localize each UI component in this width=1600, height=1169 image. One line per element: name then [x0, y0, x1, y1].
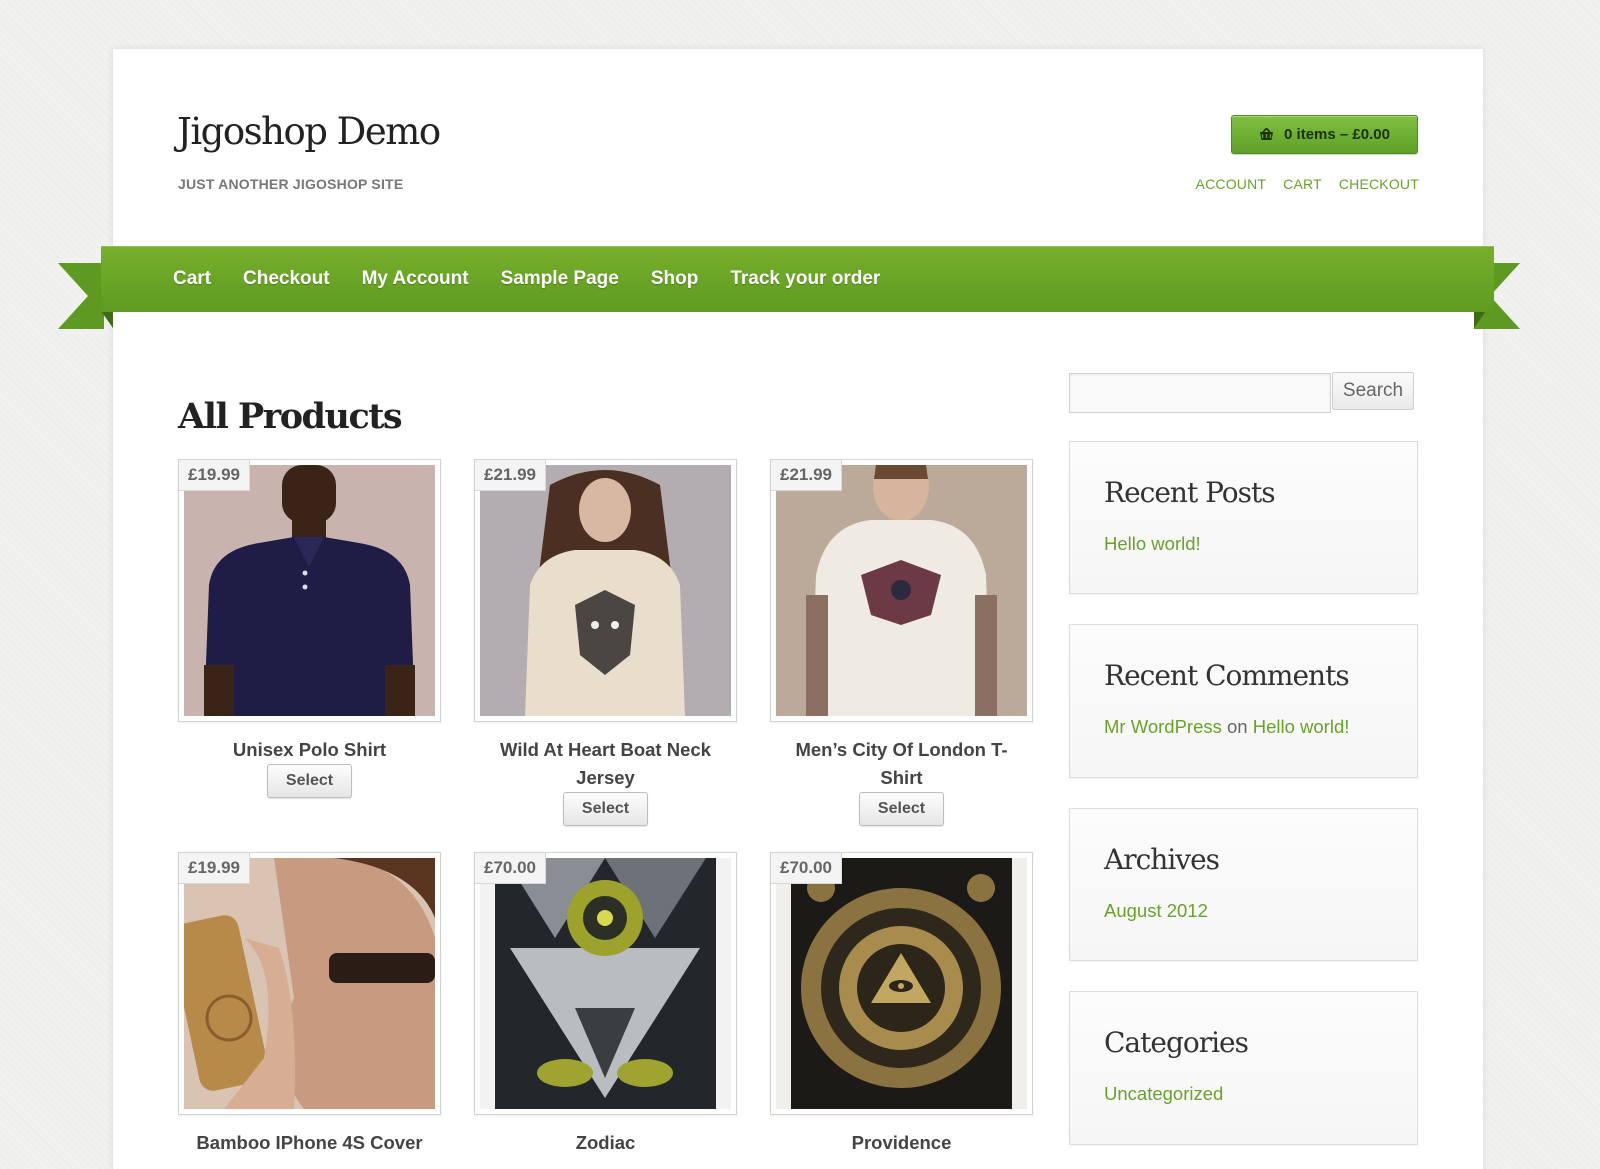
widget-title: Recent Posts	[1104, 476, 1276, 509]
product-card: £21.99 Men’s City Of London T-Shirt Sele…	[770, 459, 1033, 826]
product-name[interactable]: Providence	[770, 1129, 1033, 1157]
product-card: £21.99 Wild At Heart Boat Neck Jersey Se…	[474, 459, 737, 826]
product-image-link[interactable]: £21.99	[770, 459, 1033, 722]
product-card: £70.00 Zodiac	[474, 852, 737, 1157]
product-name[interactable]: Bamboo IPhone 4S Cover	[178, 1129, 441, 1157]
comment-post-link[interactable]: Hello world!	[1253, 716, 1350, 737]
product-name[interactable]: Zodiac	[474, 1129, 737, 1157]
site-tagline: JUST ANOTHER JIGOSHOP SITE	[178, 176, 404, 192]
product-name[interactable]: Wild At Heart Boat Neck Jersey	[474, 736, 737, 792]
header-link-account[interactable]: ACCOUNT	[1196, 176, 1267, 192]
product-name[interactable]: Men’s City Of London T-Shirt	[770, 736, 1033, 792]
product-image	[776, 858, 1027, 1109]
widget-title: Recent Comments	[1104, 659, 1350, 692]
product-image	[184, 465, 435, 716]
nav-item-checkout[interactable]: Checkout	[243, 268, 330, 290]
product-image	[480, 858, 731, 1109]
product-card: £19.99 Bamboo IPhone 4S Cover	[178, 852, 441, 1157]
header-link-checkout[interactable]: CHECKOUT	[1339, 176, 1419, 192]
widget-title: Categories	[1104, 1026, 1249, 1059]
price-badge: £19.99	[179, 460, 250, 491]
page-title: All Products	[178, 396, 403, 437]
product-image	[776, 465, 1027, 716]
product-image	[184, 858, 435, 1109]
cart-summary-label: 0 items – £0.00	[1284, 126, 1390, 143]
comment-author-link[interactable]: Mr WordPress	[1104, 716, 1222, 737]
widget-title: Archives	[1104, 843, 1220, 876]
comment-joiner: on	[1227, 716, 1248, 737]
header-cart-button[interactable]: 0 items – £0.00	[1231, 115, 1418, 154]
site-title[interactable]: Jigoshop Demo	[177, 110, 441, 153]
price-badge: £21.99	[475, 460, 546, 491]
ribbon-tail-left	[58, 263, 104, 329]
recent-comment-entry: Mr WordPress on Hello world!	[1104, 716, 1383, 738]
price-badge: £21.99	[771, 460, 842, 491]
widget-recent-comments: Recent Comments Mr WordPress on Hello wo…	[1069, 624, 1418, 778]
product-card: £70.00 Providence	[770, 852, 1033, 1157]
price-badge: £19.99	[179, 853, 250, 884]
search-button[interactable]: Search	[1332, 372, 1414, 410]
widget-categories: Categories Uncategorized	[1069, 991, 1418, 1145]
nav-item-cart[interactable]: Cart	[173, 268, 211, 290]
nav-item-sample-page[interactable]: Sample Page	[501, 268, 619, 290]
nav-item-track-order[interactable]: Track your order	[730, 268, 880, 290]
ribbon-fold-right	[1474, 311, 1486, 328]
widget-recent-posts: Recent Posts Hello world!	[1069, 441, 1418, 594]
product-image-link[interactable]: £19.99	[178, 459, 441, 722]
price-badge: £70.00	[771, 853, 842, 884]
basket-icon	[1259, 127, 1274, 141]
archive-link[interactable]: August 2012	[1104, 900, 1208, 921]
header-links: ACCOUNT CART CHECKOUT	[1196, 176, 1419, 192]
product-image-link[interactable]: £21.99	[474, 459, 737, 722]
category-link[interactable]: Uncategorized	[1104, 1083, 1223, 1104]
header-link-cart[interactable]: CART	[1283, 176, 1322, 192]
product-card: £19.99 Unisex Polo Shirt Select	[178, 459, 441, 798]
main-navigation: Cart Checkout My Account Sample Page Sho…	[101, 246, 1494, 312]
nav-item-shop[interactable]: Shop	[651, 268, 699, 290]
product-image-link[interactable]: £19.99	[178, 852, 441, 1115]
search-input[interactable]	[1069, 373, 1331, 413]
ribbon-fold-left	[101, 311, 113, 328]
price-badge: £70.00	[475, 853, 546, 884]
product-name[interactable]: Unisex Polo Shirt	[178, 736, 441, 764]
product-image	[480, 465, 731, 716]
widget-archives: Archives August 2012	[1069, 808, 1418, 961]
nav-item-my-account[interactable]: My Account	[362, 268, 469, 290]
select-button[interactable]: Select	[267, 764, 352, 798]
product-image-link[interactable]: £70.00	[474, 852, 737, 1115]
product-image-link[interactable]: £70.00	[770, 852, 1033, 1115]
select-button[interactable]: Select	[563, 792, 648, 826]
select-button[interactable]: Select	[859, 792, 944, 826]
recent-post-link[interactable]: Hello world!	[1104, 533, 1201, 554]
